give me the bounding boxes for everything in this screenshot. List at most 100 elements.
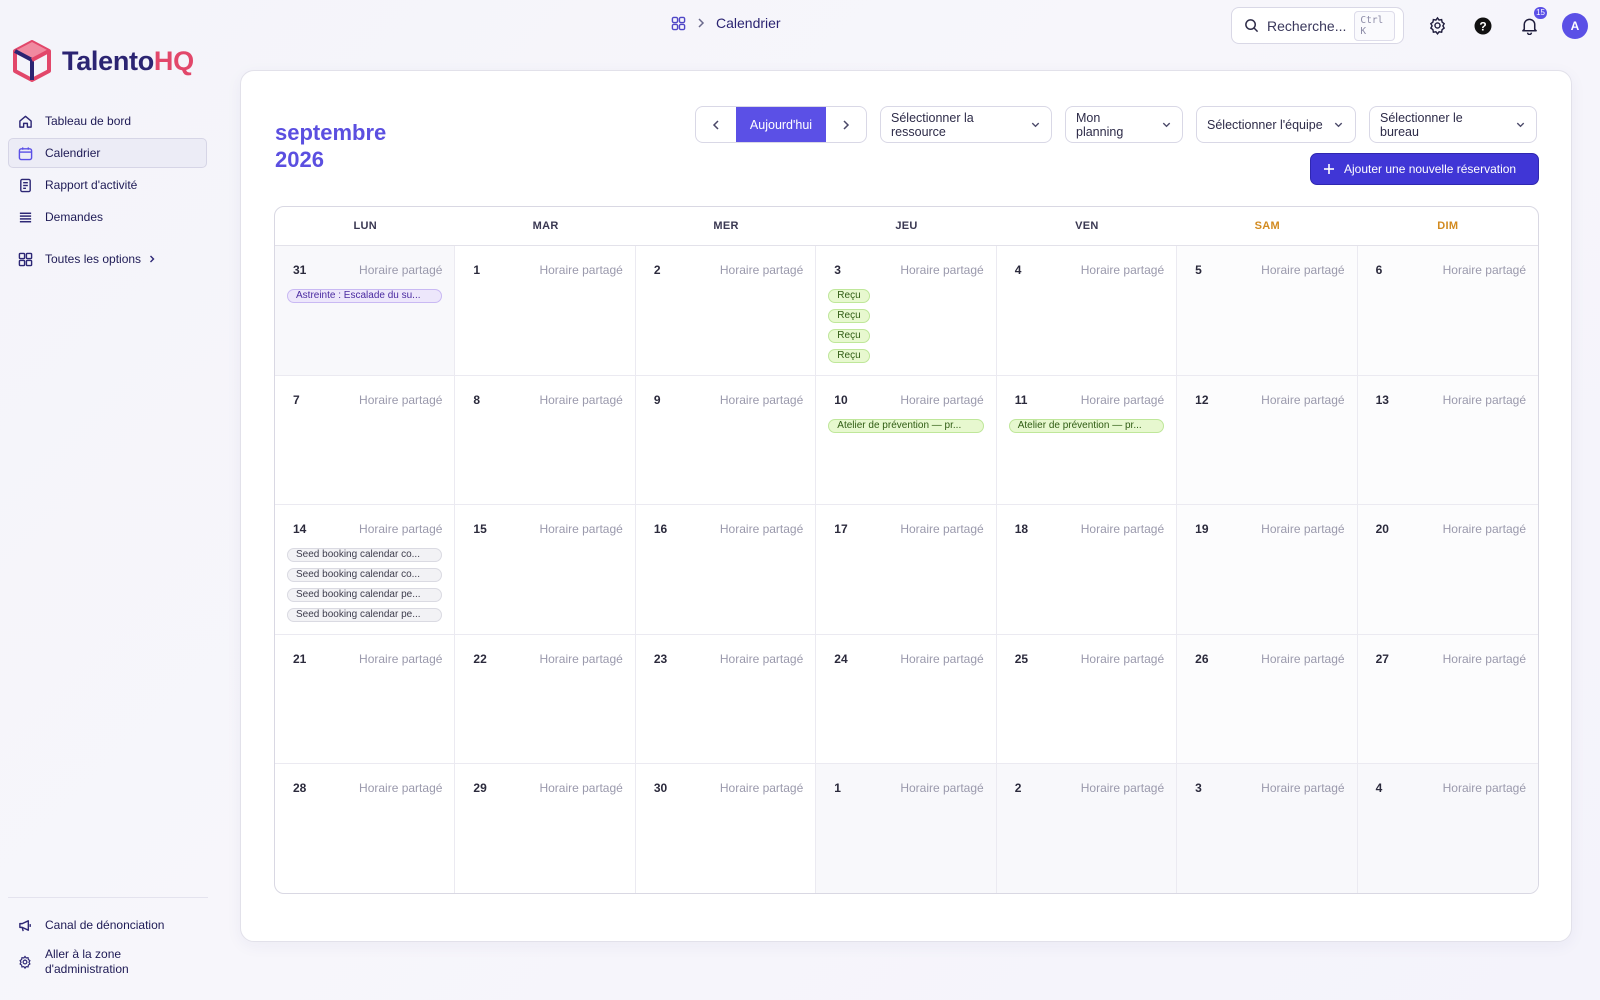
day-cell[interactable]: 27 Horaire partagé [1357,634,1538,765]
day-number: 5 [1195,263,1202,277]
event-list: Atelier de prévention — pr... [1008,418,1165,433]
day-cell[interactable]: 3 Horaire partagé [1177,764,1358,893]
sidebar-item-all-options[interactable]: Toutes les options [8,244,207,274]
team-select[interactable]: Sélectionner l'équipe [1196,106,1356,143]
apps-grid-icon[interactable] [671,16,686,31]
previous-month-button[interactable] [696,107,736,142]
sidebar: TalentoHQ Tableau de bord Calendrier Rap… [0,0,220,1000]
weekday-label: LUN [353,220,377,232]
event-chip[interactable]: Reçu [828,349,870,363]
day-cell[interactable]: 1 Horaire partagé [816,764,997,893]
event-chip[interactable]: Reçu [828,289,870,303]
day-cell-header: 31 Horaire partagé [287,263,442,277]
event-chip[interactable]: Seed booking calendar pe... [287,608,443,623]
day-number: 20 [1375,522,1389,537]
gear-icon [17,954,33,970]
event-chip[interactable]: Atelier de prévention — pr... [1008,418,1165,433]
day-cell[interactable]: 13 Horaire partagé [1357,375,1538,506]
day-cell-header: 17 Horaire partagé [828,522,983,536]
event-chip[interactable]: Seed booking calendar co... [287,568,443,583]
day-cell[interactable]: 4 Horaire partagé [996,246,1178,376]
bell-icon[interactable]: 15 [1516,6,1547,39]
shared-schedule-label: Horaire partagé [900,263,984,277]
brand-logo[interactable]: TalentoHQ [12,40,194,82]
day-cell[interactable]: 26 Horaire partagé [1177,634,1358,765]
day-cell[interactable]: 1 Horaire partagé [455,246,636,376]
event-chip[interactable]: Seed booking calendar co... [287,548,443,563]
shared-schedule-label: Horaire partagé [539,392,623,407]
sidebar-item-label: Toutes les options [45,252,142,266]
next-month-button[interactable] [826,107,866,142]
day-cell[interactable]: 16 Horaire partagé [635,505,817,635]
day-number: 25 [1014,651,1029,666]
settings-gear-icon[interactable] [1424,13,1450,39]
day-cell[interactable]: 2 Horaire partagé [996,764,1178,893]
day-cell[interactable]: 25 Horaire partagé [996,634,1178,765]
day-cell[interactable]: 7 Horaire partagé [275,375,456,506]
day-cell[interactable]: 12 Horaire partagé [1177,375,1358,506]
sidebar-item-activity-report[interactable]: Rapport d'activité [8,170,207,200]
sidebar-item-admin-zone[interactable]: Aller à la zone d'administration [8,942,208,982]
day-cell[interactable]: 15 Horaire partagé [455,505,636,635]
day-cell[interactable]: 24 Horaire partagé [816,634,997,765]
sidebar-item-dashboard[interactable]: Tableau de bord [8,106,207,136]
breadcrumb: Calendrier [671,15,781,31]
shared-schedule-label: Horaire partagé [359,651,443,666]
day-number: 11 [1014,392,1028,407]
event-chip[interactable]: Reçu [828,309,870,323]
day-cell[interactable]: 28 Horaire partagé [275,764,456,893]
event-chip[interactable]: Seed booking calendar pe... [287,588,443,603]
day-number: 3 [1195,781,1202,796]
event-chip[interactable]: Astreinte : Escalade du su... [287,289,443,303]
day-cell[interactable]: 29 Horaire partagé [455,764,636,893]
day-cell[interactable]: 10 Horaire partagé Atelier de prévention —… [816,375,997,506]
shared-schedule-label: Horaire partagé [1080,781,1165,796]
day-cell[interactable]: 2 Horaire partagé [635,246,817,376]
day-number: 16 [653,522,668,537]
sidebar-item-calendar[interactable]: Calendrier [8,138,207,168]
day-cell[interactable]: 6 Horaire partagé [1357,246,1538,376]
year-label: 2026 [275,147,324,172]
sidebar-item-requests[interactable]: Demandes [8,202,207,232]
weekday-header: LUN MAR MER JEU VEN SAM DIM [275,207,1538,246]
day-number: 22 [473,651,487,666]
day-cell[interactable]: 30 Horaire partagé [636,764,817,893]
add-booking-button[interactable]: Ajouter une nouvelle réservation [1310,153,1539,185]
planning-select[interactable]: Mon planning [1065,106,1183,143]
day-cell[interactable]: 18 Horaire partagé [996,505,1178,635]
avatar[interactable]: A [1562,12,1588,39]
day-number: 1 [834,781,841,796]
day-cell[interactable]: 20 Horaire partagé [1357,505,1538,635]
day-cell[interactable]: 19 Horaire partagé [1177,505,1358,635]
day-cell[interactable]: 21 Horaire partagé [275,634,456,765]
day-cell-header: 22 Horaire partagé [467,652,622,666]
day-cell[interactable]: 3 Horaire partagé Reçu Reçu Reçu Reçu [816,246,997,376]
day-cell[interactable]: 14 Horaire partagé Seed booking calendar c… [275,505,456,635]
sidebar-item-whistleblower-channel[interactable]: Canal de dénonciation [8,910,208,940]
day-cell[interactable]: 8 Horaire partagé [455,375,636,506]
day-cell[interactable]: 17 Horaire partagé [816,505,997,635]
day-cell[interactable]: 9 Horaire partagé [635,375,817,506]
day-cell-header: 3 Horaire partagé [1189,781,1344,795]
office-select-value: Sélectionner le bureau [1380,110,1463,139]
day-cell[interactable]: 5 Horaire partagé [1177,246,1358,376]
chevron-down-icon [1333,119,1344,130]
help-icon[interactable]: ? [1470,13,1496,39]
day-cell-header: 1 Horaire partagé [828,781,983,795]
today-button[interactable]: Aujourd'hui [736,107,826,142]
sidebar-footer: Canal de dénonciation Aller à la zone d'… [8,897,208,984]
month-label: septembre [275,120,387,145]
shared-schedule-label: Horaire partagé [359,781,443,796]
search-input[interactable]: Recherche... Ctrl K [1231,7,1404,44]
day-number: 7 [293,392,300,407]
day-number: 9 [653,392,661,407]
day-cell[interactable]: 31 Horaire partagé Astreinte : Escalade du… [275,246,456,376]
event-chip[interactable]: Reçu [828,329,870,343]
resource-select[interactable]: Sélectionner la ressource [880,106,1052,143]
office-select[interactable]: Sélectionner le bureau [1369,106,1537,143]
day-cell[interactable]: 22 Horaire partagé [455,634,636,765]
day-cell[interactable]: 23 Horaire partagé [635,634,817,765]
day-cell[interactable]: 11 Horaire partagé Atelier de prévention —… [996,375,1178,506]
day-cell[interactable]: 4 Horaire partagé [1357,764,1538,893]
event-chip[interactable]: Atelier de prévention — pr... [828,418,984,433]
